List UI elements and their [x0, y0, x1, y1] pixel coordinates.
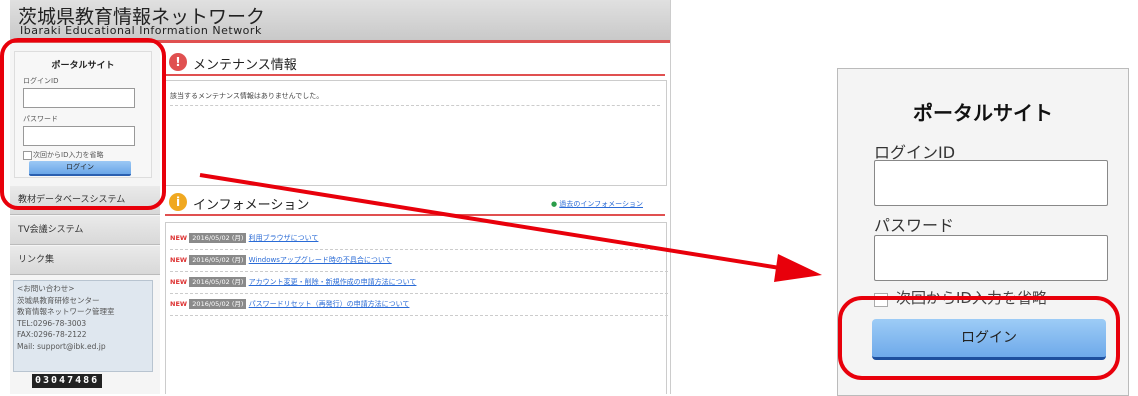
zoomed-password-label: パスワード [874, 216, 955, 235]
zoomed-login-title: ポータルサイト [913, 101, 1053, 125]
zoomed-password-input[interactable] [874, 235, 1108, 281]
zoomed-login-id-input[interactable] [874, 160, 1108, 206]
highlight-ring-login-button [838, 296, 1120, 380]
